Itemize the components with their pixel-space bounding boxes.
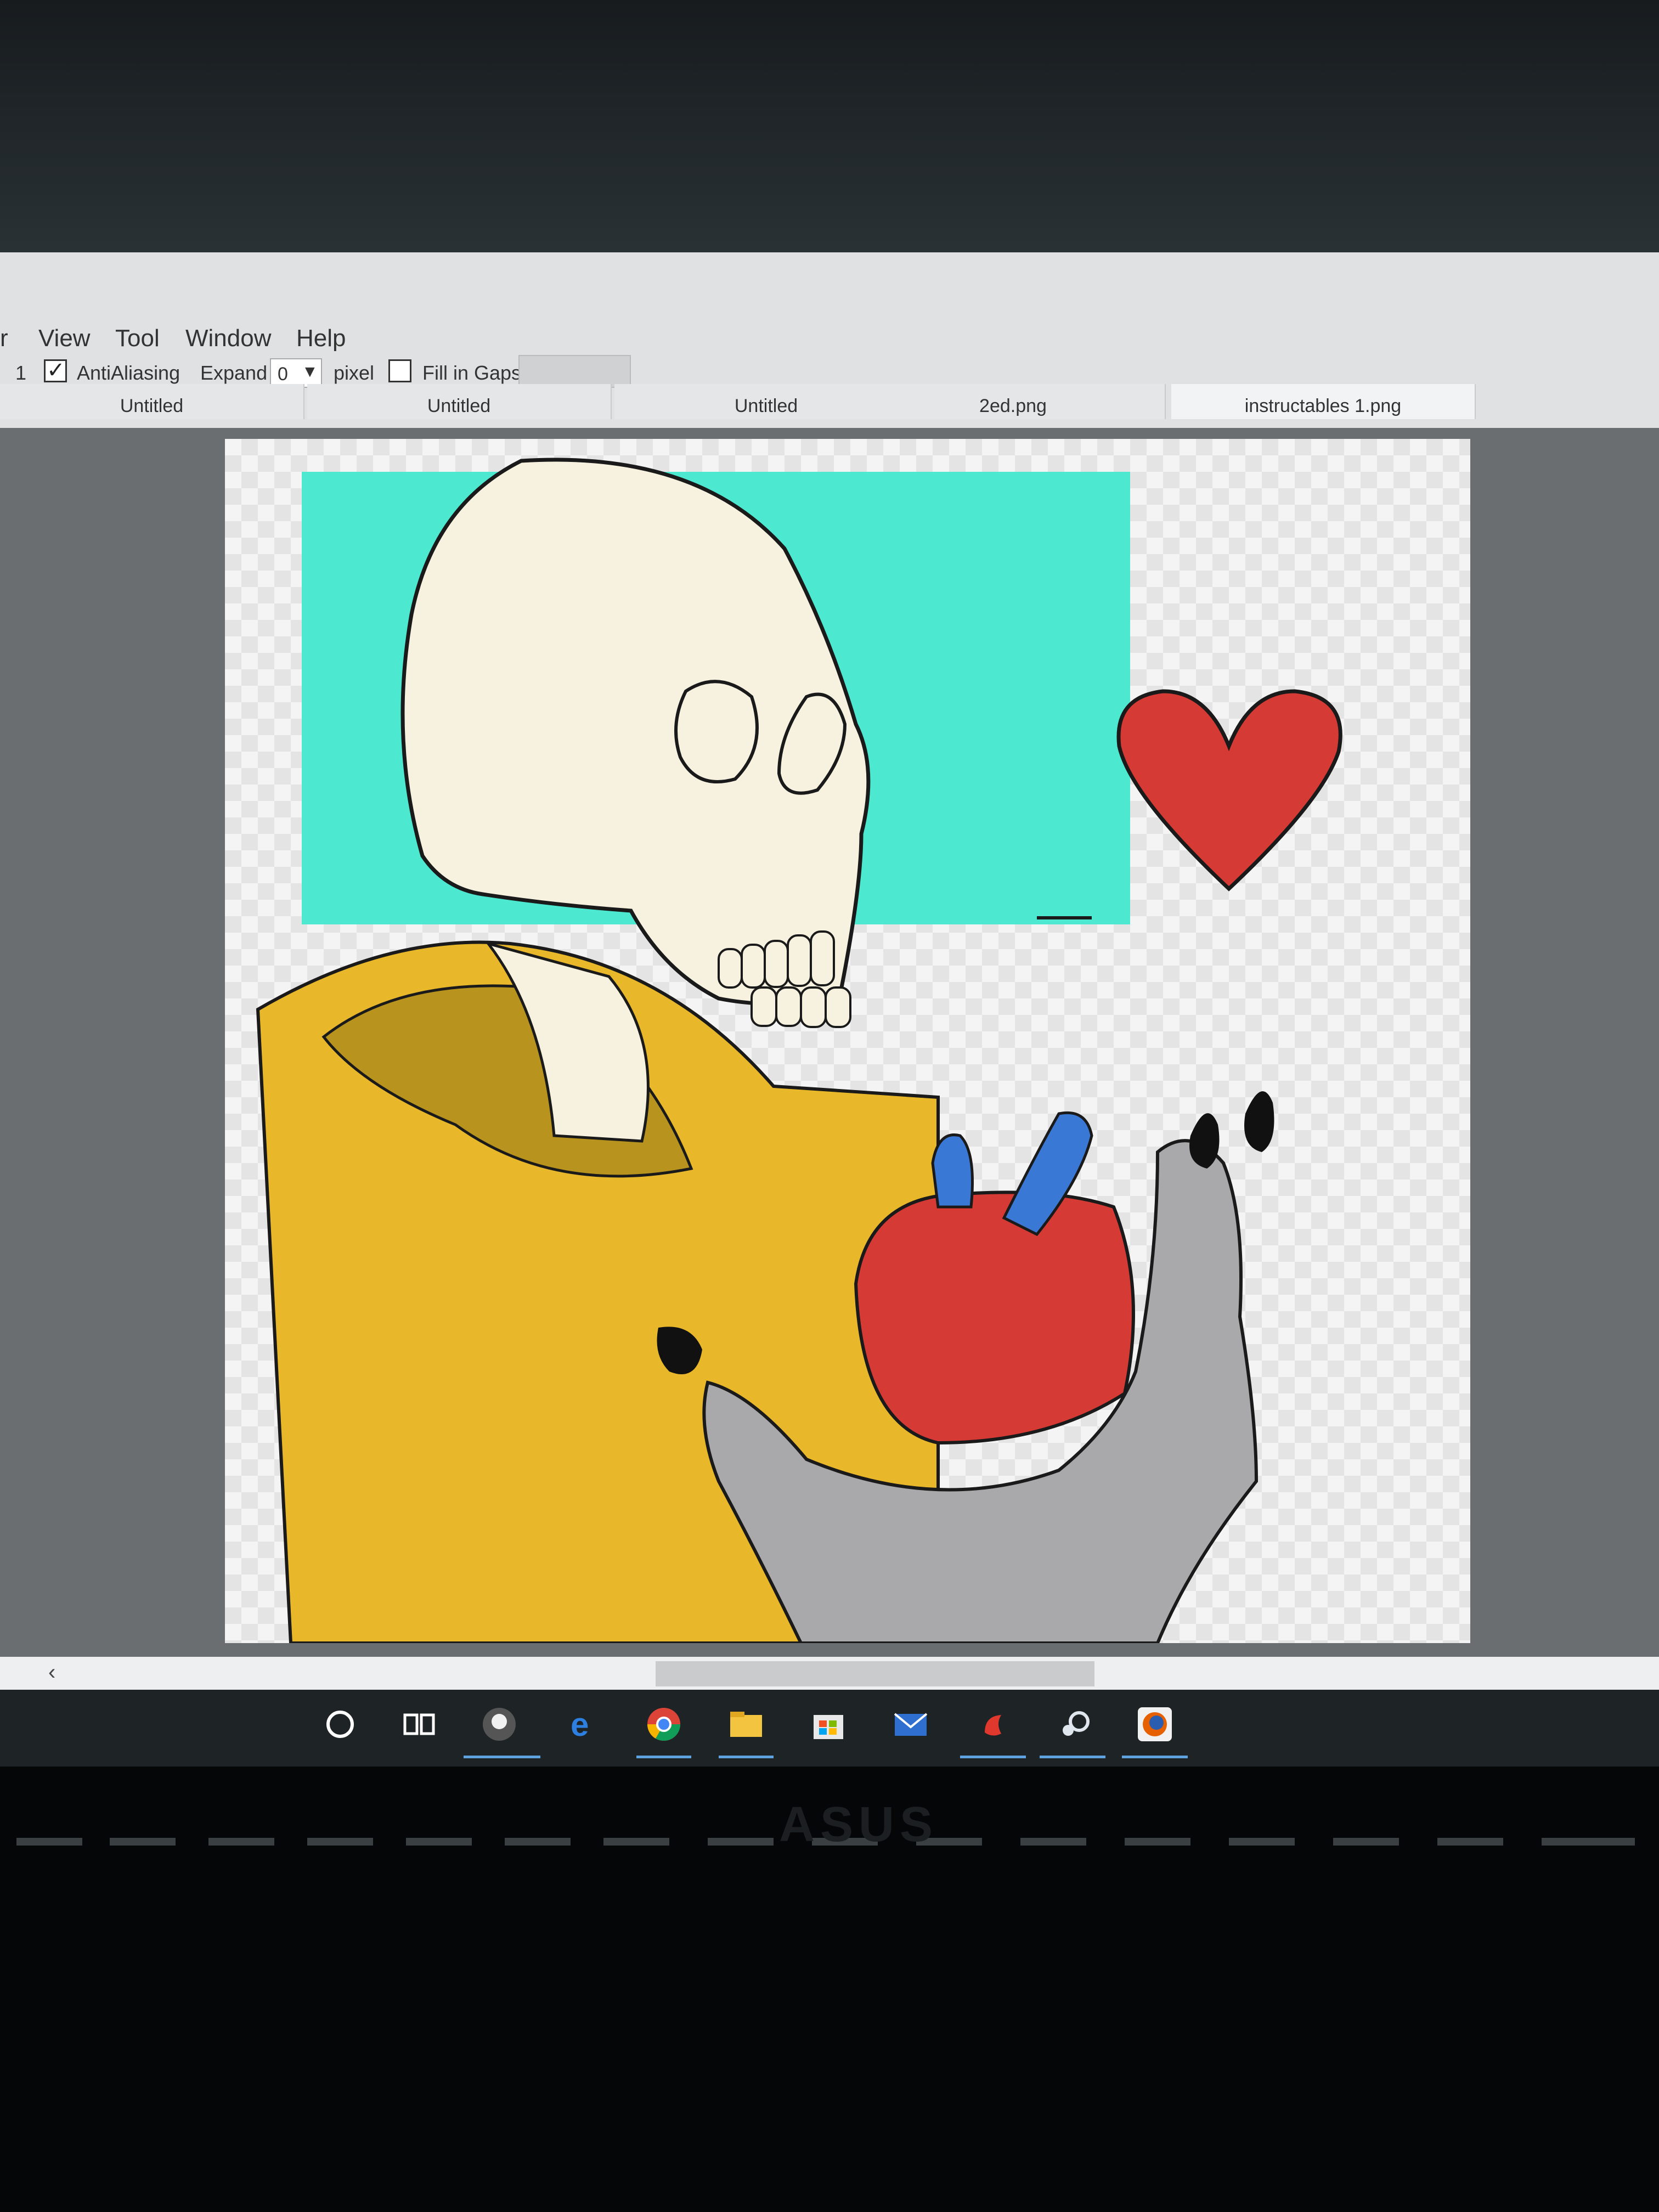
expand-value-select[interactable]: 0 ▼ bbox=[270, 358, 322, 388]
running-indicator bbox=[960, 1756, 1026, 1758]
tab-untitled-2[interactable]: Untitled bbox=[307, 384, 612, 419]
stray-line bbox=[1037, 916, 1092, 919]
tab-untitled-1[interactable]: Untitled bbox=[0, 384, 304, 419]
windows-taskbar: e bbox=[0, 1690, 1659, 1767]
expand-value: 0 bbox=[278, 364, 288, 385]
blue-vein-left bbox=[931, 1133, 974, 1209]
antialiasing-checkbox[interactable] bbox=[44, 358, 67, 383]
expand-label: Expand bbox=[200, 362, 268, 384]
tab-label: Untitled bbox=[427, 396, 491, 416]
chevron-down-icon[interactable]: ▼ bbox=[302, 363, 318, 381]
screen: r View Tool Window Help 1 AntiAliasing E… bbox=[0, 252, 1659, 1761]
svg-text:e: e bbox=[571, 1706, 589, 1743]
store-icon[interactable] bbox=[809, 1705, 848, 1743]
gap-size-select bbox=[518, 355, 631, 388]
black-claw bbox=[1244, 1091, 1274, 1152]
scrollbar-thumb[interactable] bbox=[656, 1661, 1094, 1686]
running-indicator bbox=[1040, 1756, 1105, 1758]
active-app-indicator bbox=[464, 1756, 540, 1758]
antialiasing-label: AntiAliasing bbox=[77, 362, 180, 384]
file-explorer-icon[interactable] bbox=[727, 1705, 765, 1743]
unit-label: pixel bbox=[334, 362, 375, 384]
tab-label: instructables 1.png bbox=[1244, 396, 1402, 416]
task-view-icon[interactable] bbox=[400, 1705, 439, 1743]
red-app-icon[interactable] bbox=[974, 1705, 1012, 1743]
running-indicator bbox=[636, 1756, 691, 1758]
monitor-bezel-top bbox=[0, 0, 1659, 258]
app-avatar-icon[interactable] bbox=[480, 1705, 518, 1743]
fill-in-gaps-checkbox[interactable] bbox=[388, 359, 411, 382]
toolbar-leading-number: 1 bbox=[15, 362, 27, 384]
running-indicator bbox=[719, 1756, 774, 1758]
edge-icon[interactable]: e bbox=[565, 1705, 603, 1743]
laptop-keyboard: ASUS bbox=[0, 1767, 1659, 2212]
mail-icon[interactable] bbox=[891, 1705, 930, 1743]
chrome-icon[interactable] bbox=[645, 1705, 683, 1743]
tab-2ed-png[interactable]: 2ed.png bbox=[861, 384, 1166, 419]
asus-logo: ASUS bbox=[779, 1797, 939, 1852]
running-indicator bbox=[1122, 1756, 1188, 1758]
skull-eye-socket bbox=[674, 680, 759, 783]
artwork-skeleton-with-heart bbox=[256, 458, 1342, 1645]
anatomical-heart bbox=[854, 1190, 1135, 1445]
red-heart bbox=[1116, 689, 1342, 891]
image-canvas[interactable] bbox=[225, 439, 1470, 1645]
cortana-icon[interactable] bbox=[321, 1705, 359, 1743]
tab-label: 2ed.png bbox=[979, 396, 1047, 416]
firefox-icon[interactable] bbox=[1136, 1705, 1174, 1743]
steam-icon[interactable] bbox=[1056, 1705, 1094, 1743]
tab-label: Untitled bbox=[120, 396, 184, 416]
document-tab-bar: Untitled Untitled Untitled 2ed.png instr… bbox=[0, 384, 1659, 428]
fill-in-gaps-label: Fill in Gaps bbox=[422, 362, 522, 384]
tab-instructables-1-png[interactable]: instructables 1.png bbox=[1171, 384, 1476, 419]
tab-label: Untitled bbox=[734, 396, 798, 416]
scroll-left-icon[interactable]: ‹ bbox=[48, 1660, 55, 1685]
